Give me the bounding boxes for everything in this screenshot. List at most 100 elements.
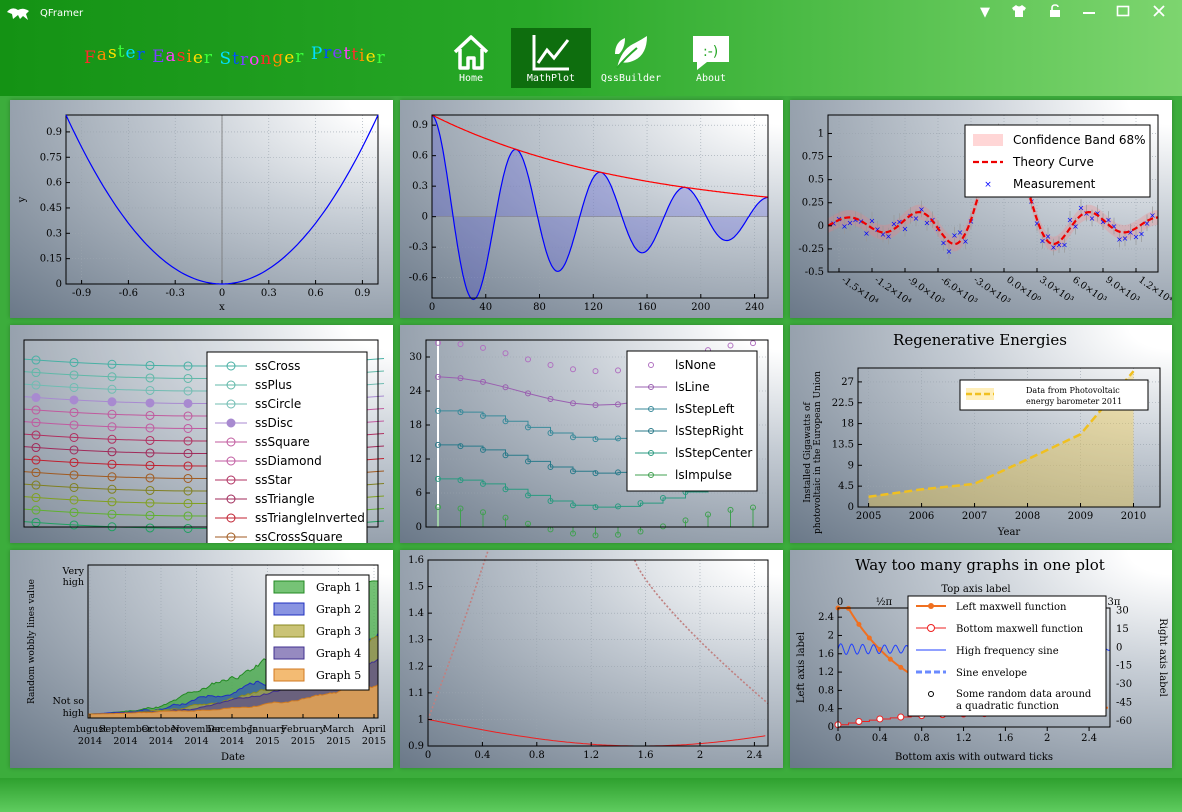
- x-tick-label: 0.3: [261, 288, 277, 299]
- y-tick-label: 0.3: [46, 228, 62, 239]
- menu-icon[interactable]: ▼: [974, 4, 996, 22]
- legend-entry: ssTriangleInverted: [255, 511, 365, 525]
- legend-entry: lsStepLeft: [675, 402, 735, 416]
- chart-scatter-styles-panel: ssCross ssPlus ssCircle ssDisc ssSquare ssDia…: [10, 325, 393, 543]
- y-tick-label: 0.45: [40, 203, 62, 214]
- legend-band-swatch: [973, 134, 1003, 146]
- plot-frame: [427, 559, 769, 747]
- scatter-marker: [31, 393, 41, 403]
- right-tick-label: 30: [1116, 605, 1129, 616]
- chart-line-icon: [532, 35, 570, 71]
- maximize-icon[interactable]: [1112, 4, 1134, 22]
- chart-title: Way too many graphs in one plot: [855, 556, 1105, 574]
- home-icon: [453, 35, 489, 70]
- x-tick-label: -0.9: [72, 288, 91, 299]
- chart-line-styles[interactable]: 30 24 18 12 6 0 lsNone lsLine lsStepLeft lsStepRi…: [400, 325, 783, 543]
- legend-measurement-swatch: ×: [984, 180, 992, 190]
- y-tick-label: 1.2: [818, 667, 834, 678]
- chart-statistical-panel: × × × × × × × × × × × × × × × × × × × × × × × × × × × × × × × × × × × × × × × ×…: [790, 100, 1172, 318]
- y-tick-label: 1.5: [408, 582, 424, 593]
- x-tick-label: 6.0×10³: [1070, 274, 1108, 305]
- lock-icon[interactable]: [1044, 4, 1066, 22]
- y-tick-label: 9: [848, 460, 854, 471]
- chart-parametric[interactable]: 0 0.4 0.8 1.2 1.6 2 2.4 1.6 1.5 1.4 1.3 1.2 1.1 1 0.9: [400, 550, 783, 768]
- x-tick-label: 200: [691, 302, 710, 313]
- slogan-letter: t: [232, 49, 240, 69]
- y-axis-label-line2: photovoltaic in the European Union: [813, 371, 823, 534]
- legend-entry-line2: a quadratic function: [956, 701, 1060, 712]
- minimize-icon[interactable]: [1078, 4, 1100, 22]
- legend-entry: ssDisc: [255, 416, 293, 430]
- y-axis-label: Left axis label: [796, 632, 807, 703]
- scatter-marker: [183, 398, 193, 408]
- chart-date-graphs[interactable]: August2014September2014October2014Novemb…: [10, 550, 393, 768]
- slogan-letter: s: [176, 46, 187, 66]
- x-tick-label-year: 2014: [113, 736, 137, 747]
- legend-swatch-marker: [928, 603, 934, 609]
- slogan-letter: t: [343, 44, 352, 64]
- x-tick-label: 3.0×10³: [1037, 274, 1075, 305]
- chart-damped-oscillation[interactable]: 0 40 80 120 160 200 240 0.9 0.6 0.3 0 -0.3 -0.6: [400, 100, 783, 318]
- legend-swatch: [273, 580, 305, 594]
- y-tick-label: 1: [818, 128, 824, 139]
- series-line: [427, 718, 766, 747]
- legend-entry: Graph 3: [316, 625, 361, 638]
- chat-bubble-icon: :-): [693, 36, 729, 70]
- y-tick-label: 24: [409, 386, 422, 397]
- legend-entry: lsStepCenter: [675, 446, 752, 460]
- skin-icon[interactable]: [1008, 4, 1030, 22]
- legend-entry: ssStar: [255, 473, 292, 487]
- x-tick-label-year: 2014: [184, 736, 208, 747]
- x-tick-label: 0: [425, 750, 431, 761]
- legend-entry: ssSquare: [255, 435, 310, 449]
- chart-regenerative[interactable]: 2005 2006 2007 2008 2009 2010 27 22.5 18 13.5 9 4.5…: [790, 325, 1172, 543]
- y-axis-label: y: [17, 196, 28, 203]
- legend-entry-line2: energy barometer 2011: [1026, 397, 1122, 406]
- x-tick-label-year: 2015: [291, 736, 315, 747]
- leaf-icon: [615, 36, 647, 69]
- series-dotted-falling: [633, 559, 769, 705]
- measurement-point: ×: [885, 232, 892, 241]
- y-tick-label: 0.25: [802, 198, 824, 209]
- chart-quadratic[interactable]: -0.9 -0.6 -0.3 0 0.3 0.6 0.9 0 0.15 0.3 0.45 0.6 0.7…: [10, 100, 393, 318]
- y-tick-label: 0: [56, 279, 62, 290]
- y-tick-label: 0: [416, 522, 422, 533]
- slogan-letter: n: [260, 49, 273, 69]
- legend-entry: Measurement: [1013, 177, 1096, 191]
- y-tick-label: 0.6: [412, 151, 428, 162]
- chart-title: Regenerative Energies: [893, 331, 1067, 349]
- legend-swatch-marker: [226, 418, 236, 428]
- slogan-letter: a: [165, 46, 177, 66]
- x-tick-label: -0.3: [166, 288, 185, 299]
- nav-qssbuilder[interactable]: QssBuilder: [591, 28, 671, 88]
- y-tick-label: 1.6: [818, 649, 834, 660]
- legend-entry: lsImpulse: [675, 468, 732, 482]
- legend-entry: ssPlus: [255, 378, 292, 392]
- chart-scatter-styles[interactable]: ssCross ssPlus ssCircle ssDisc ssSquare ssDia…: [10, 325, 393, 543]
- status-bar: [0, 778, 1182, 812]
- slogan-letter: e: [284, 48, 296, 68]
- x-tick-label: 2006: [909, 511, 934, 522]
- measurement-point: ×: [957, 228, 964, 237]
- nav-mathplot[interactable]: MathPlot: [511, 28, 591, 88]
- x-tick-label: 2: [1044, 733, 1050, 744]
- chart-multi-axis[interactable]: Way too many graphs in one plot Top axis …: [790, 550, 1172, 768]
- series-marker: [592, 368, 599, 375]
- slogan-letter: g: [272, 48, 285, 68]
- y-tick-label: 0.5: [808, 175, 824, 186]
- x-tick-label: 2009: [1068, 511, 1093, 522]
- measurement-point: ×: [863, 229, 870, 238]
- nav-home[interactable]: Home: [431, 28, 511, 88]
- left-maxwell-marker: [887, 656, 893, 662]
- y-tick-label-line1: Not so: [53, 696, 85, 707]
- legend-entry: Theory Curve: [1012, 155, 1094, 169]
- nav-qssbuilder-label: QssBuilder: [600, 73, 662, 84]
- legend-entry-line1: Data from Photovoltaic: [1026, 386, 1120, 395]
- scatter-marker: [107, 397, 117, 407]
- legend-entry: ssDiamond: [255, 454, 322, 468]
- close-icon[interactable]: [1148, 4, 1170, 22]
- nav-about[interactable]: :-) About: [671, 28, 751, 88]
- x-tick-label: 2: [697, 750, 703, 761]
- chart-statistical[interactable]: ××××××××××××××××××××××××××××××××××××××××…: [790, 100, 1172, 318]
- y-tick-label: 0: [818, 221, 824, 232]
